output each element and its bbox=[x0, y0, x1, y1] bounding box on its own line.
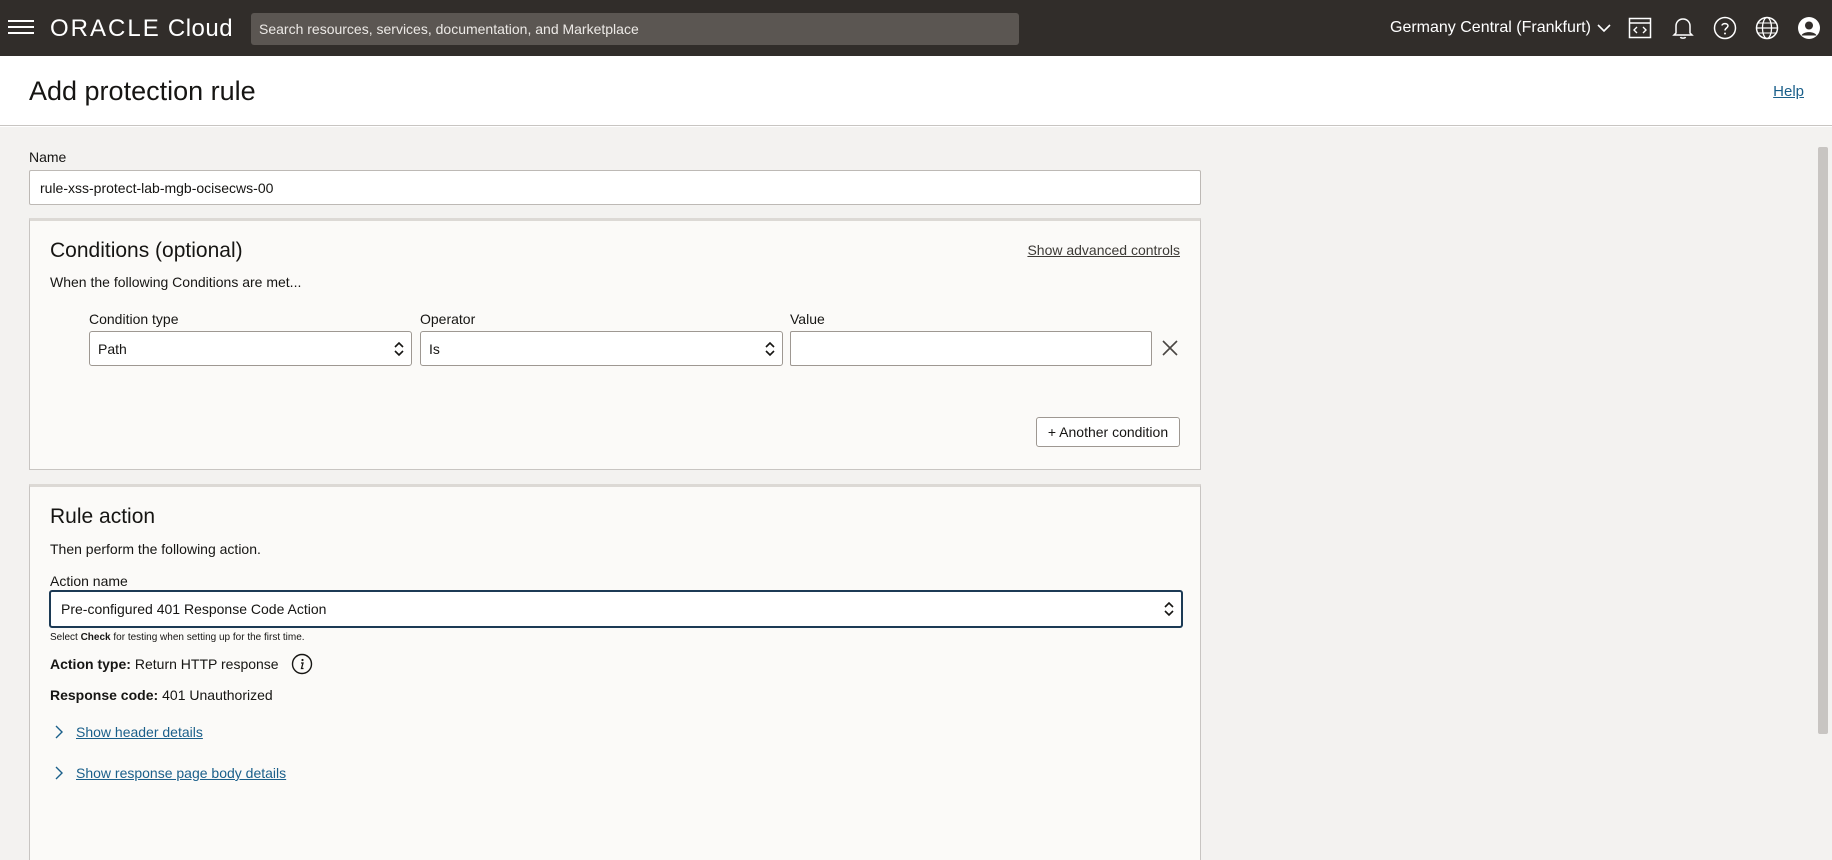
chevron-down-icon bbox=[1597, 24, 1611, 33]
hint-suffix: for testing when setting up for the firs… bbox=[110, 632, 305, 643]
bell-icon[interactable] bbox=[1671, 16, 1695, 40]
body-details-expander[interactable]: Show response page body details bbox=[54, 765, 286, 781]
rule-action-title: Rule action bbox=[50, 505, 156, 528]
show-header-details-link[interactable]: Show header details bbox=[76, 724, 203, 740]
page-title: Add protection rule bbox=[29, 76, 256, 106]
action-type-value: Return HTTP response bbox=[134, 656, 279, 672]
chevron-right-icon bbox=[55, 725, 63, 739]
response-code-key: Response code: bbox=[50, 687, 159, 703]
operator-label: Operator bbox=[420, 311, 476, 327]
scrollbar-thumb[interactable] bbox=[1818, 147, 1828, 734]
select-caret-icon bbox=[765, 341, 775, 356]
action-hint: Select Check for testing when setting up… bbox=[50, 632, 305, 643]
rule-action-panel: Rule action Then perform the following a… bbox=[29, 484, 1201, 860]
help-link[interactable]: Help bbox=[1773, 83, 1804, 100]
form-content: Name Conditions (optional) Show advanced… bbox=[0, 127, 1832, 860]
conditions-title: Conditions (optional) bbox=[50, 239, 243, 262]
menu-icon[interactable] bbox=[8, 16, 34, 40]
globe-icon[interactable] bbox=[1755, 16, 1779, 40]
operator-select[interactable]: Is bbox=[420, 331, 783, 366]
value-input[interactable] bbox=[790, 331, 1152, 366]
header-details-expander[interactable]: Show header details bbox=[54, 724, 203, 740]
add-condition-button[interactable]: + Another condition bbox=[1036, 417, 1180, 447]
action-name-select[interactable]: Pre-configured 401 Response Code Action bbox=[49, 590, 1183, 628]
hint-prefix: Select bbox=[50, 632, 81, 643]
operator-value: Is bbox=[429, 340, 440, 357]
hint-bold: Check bbox=[80, 632, 111, 643]
response-code-row: Response code: 401 Unauthorized bbox=[50, 687, 273, 703]
close-icon[interactable] bbox=[1160, 338, 1180, 358]
show-body-details-link[interactable]: Show response page body details bbox=[76, 765, 286, 781]
action-name-value: Pre-configured 401 Response Code Action bbox=[61, 601, 327, 617]
top-navigation-bar: ORACLE Cloud Germany Central (Frankfurt) bbox=[0, 0, 1832, 56]
region-selector[interactable]: Germany Central (Frankfurt) bbox=[1390, 19, 1611, 37]
condition-type-value: Path bbox=[98, 340, 127, 357]
action-type-row: Action type: Return HTTP response bbox=[50, 653, 313, 675]
code-editor-icon[interactable] bbox=[1628, 16, 1652, 40]
logo-brand: ORACLE bbox=[50, 15, 161, 42]
rule-action-subtitle: Then perform the following action. bbox=[50, 541, 261, 557]
logo-product: Cloud bbox=[167, 15, 234, 42]
name-label: Name bbox=[29, 149, 67, 165]
response-code-value: 401 Unauthorized bbox=[162, 687, 273, 703]
page-header: Add protection rule Help bbox=[0, 56, 1832, 126]
select-caret-icon bbox=[1164, 601, 1174, 617]
conditions-subtitle: When the following Conditions are met... bbox=[50, 274, 302, 290]
search-input[interactable] bbox=[251, 13, 1019, 45]
help-icon[interactable] bbox=[1713, 16, 1737, 40]
region-label: Germany Central (Frankfurt) bbox=[1390, 19, 1591, 36]
info-icon[interactable] bbox=[291, 653, 313, 675]
condition-type-select[interactable]: Path bbox=[89, 331, 412, 366]
condition-type-label: Condition type bbox=[89, 311, 179, 327]
conditions-panel: Conditions (optional) Show advanced cont… bbox=[29, 218, 1201, 470]
action-type-key: Action type: bbox=[50, 656, 131, 672]
oracle-cloud-logo[interactable]: ORACLE Cloud bbox=[50, 16, 233, 42]
select-caret-icon bbox=[394, 341, 404, 356]
chevron-right-icon bbox=[55, 766, 63, 780]
name-input[interactable] bbox=[29, 170, 1201, 205]
value-label: Value bbox=[790, 311, 825, 327]
profile-icon[interactable] bbox=[1797, 16, 1821, 40]
show-advanced-controls-link[interactable]: Show advanced controls bbox=[1027, 242, 1180, 258]
action-name-label: Action name bbox=[50, 573, 128, 589]
